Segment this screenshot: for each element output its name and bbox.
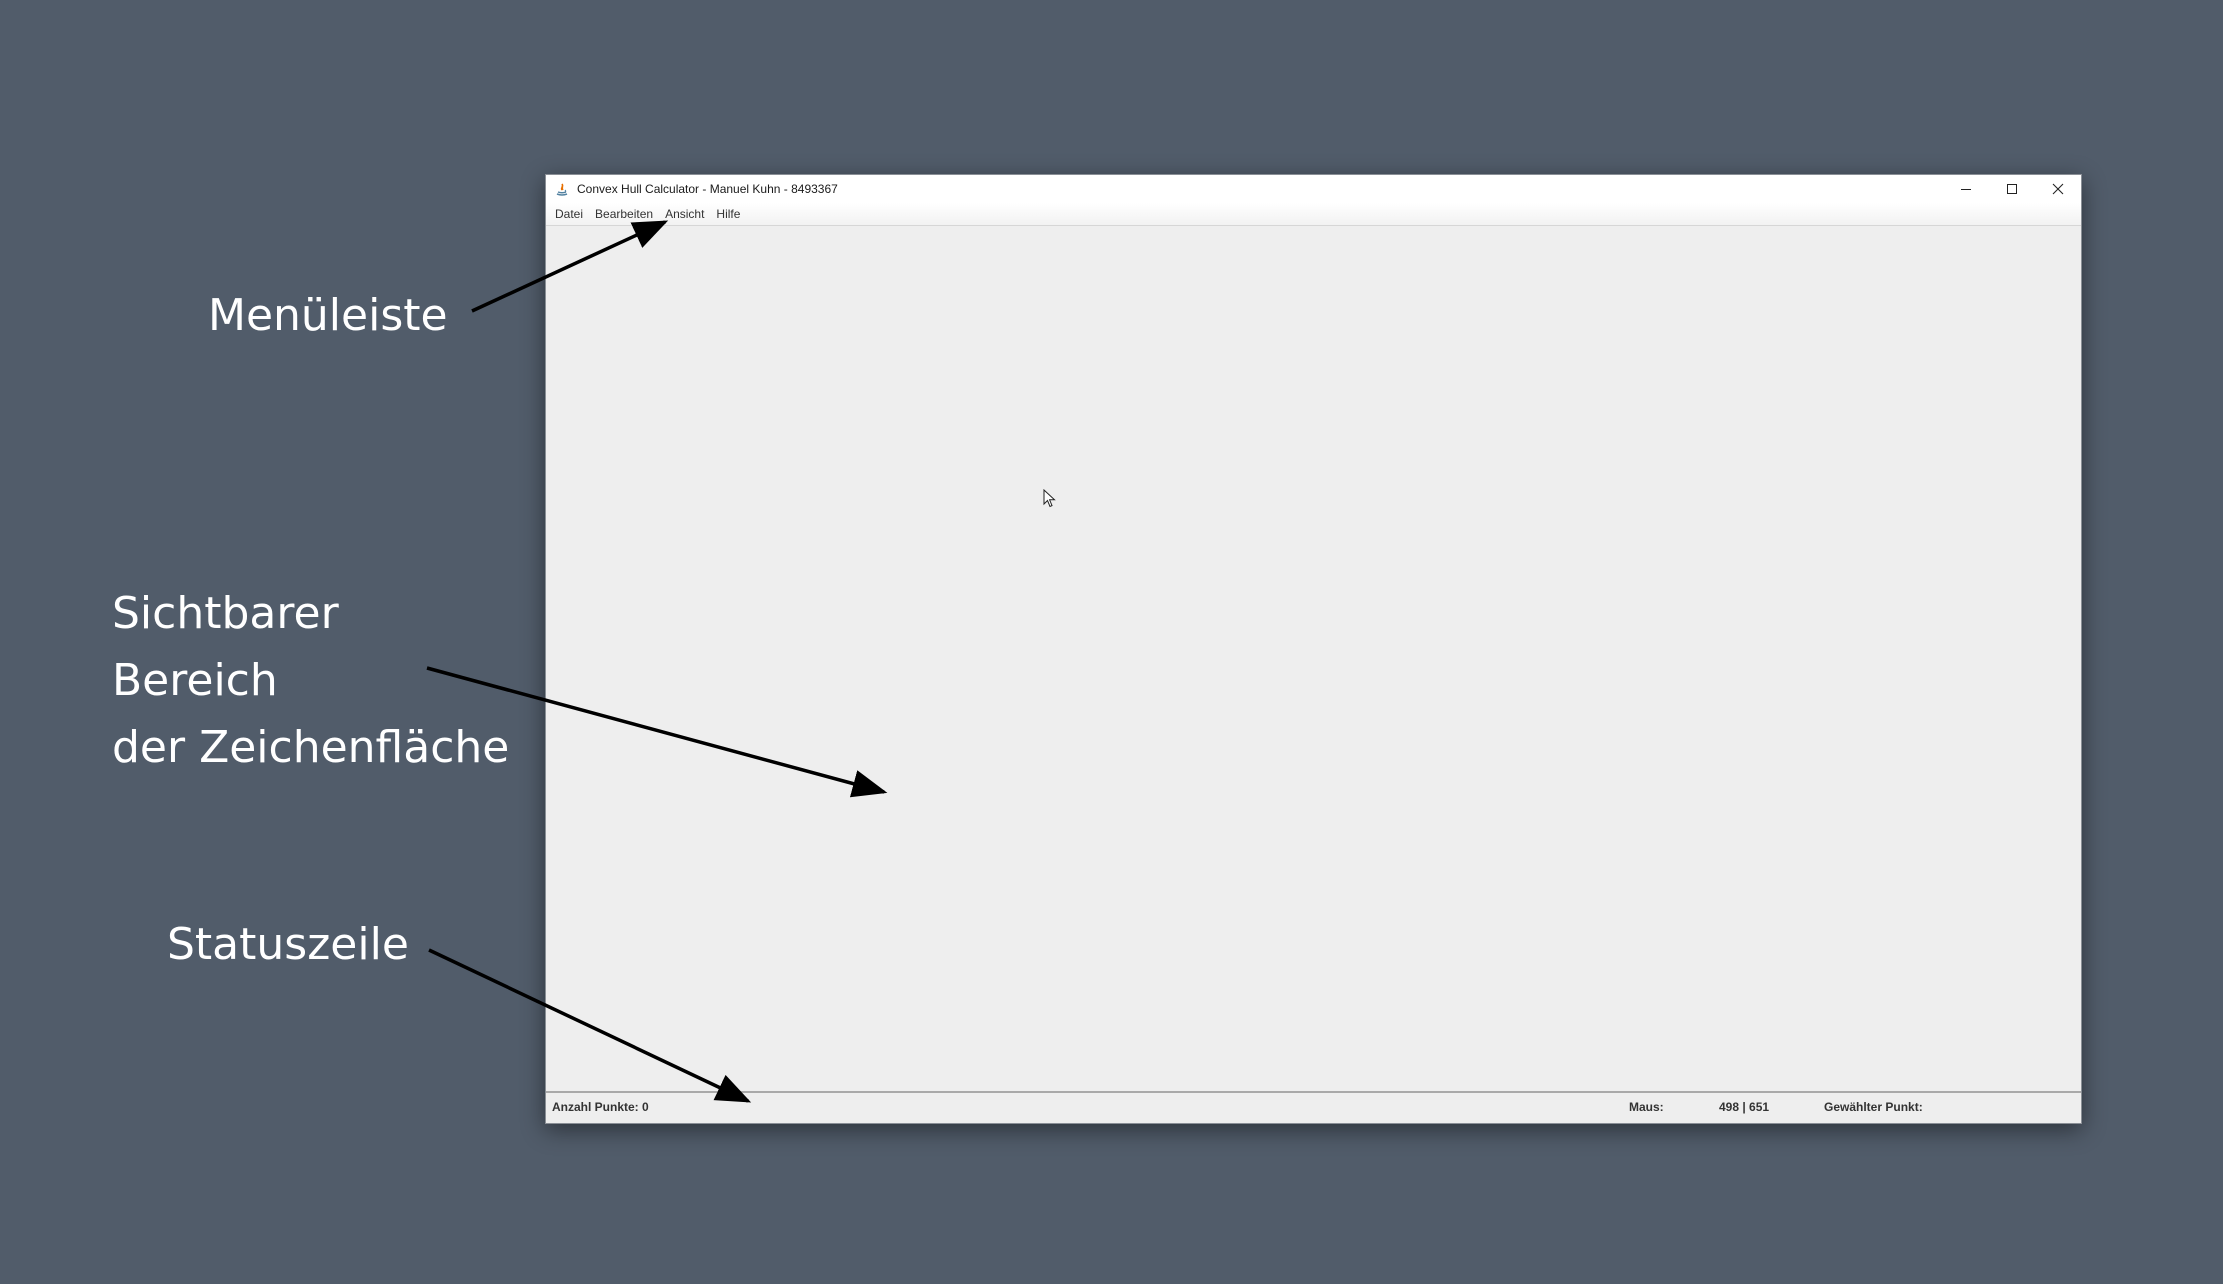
java-app-icon <box>553 180 571 198</box>
status-bar: Anzahl Punkte: 0 Maus: 498 | 651 Gewählt… <box>546 1091 2081 1123</box>
annotation-statusbar: Statuszeile <box>167 919 409 970</box>
drawing-canvas[interactable] <box>546 226 2081 1092</box>
window-title: Convex Hull Calculator - Manuel Kuhn - 8… <box>577 182 838 196</box>
annotation-canvas-line-1: Sichtbarer <box>112 588 339 639</box>
minimize-button[interactable] <box>1943 175 1989 203</box>
maximize-icon <box>2007 184 2017 194</box>
point-count-label: Anzahl Punkte: 0 <box>552 1100 649 1114</box>
slide-background: Convex Hull Calculator - Manuel Kuhn - 8… <box>0 0 2223 1284</box>
close-button[interactable] <box>2035 175 2081 203</box>
menu-ansicht[interactable]: Ansicht <box>659 203 710 225</box>
annotation-menubar: Menüleiste <box>208 290 448 341</box>
menu-datei[interactable]: Datei <box>549 203 589 225</box>
mouse-position-value: 498 | 651 <box>1719 1100 1770 1114</box>
title-bar[interactable]: Convex Hull Calculator - Manuel Kuhn - 8… <box>546 175 2081 203</box>
annotation-canvas-line-3: der Zeichenfläche <box>112 722 510 773</box>
menu-hilfe[interactable]: Hilfe <box>710 203 746 225</box>
selected-point-label: Gewählter Punkt: <box>1824 1100 1923 1114</box>
minimize-icon <box>1961 189 1971 190</box>
maximize-button[interactable] <box>1989 175 2035 203</box>
menu-bar: Datei Bearbeiten Ansicht Hilfe <box>546 203 2081 226</box>
mouse-label: Maus: <box>1629 1100 1664 1114</box>
menu-bearbeiten[interactable]: Bearbeiten <box>589 203 659 225</box>
annotation-canvas-line-2: Bereich <box>112 655 278 706</box>
window-controls <box>1943 175 2081 203</box>
app-window: Convex Hull Calculator - Manuel Kuhn - 8… <box>545 174 2082 1124</box>
close-icon <box>2052 183 2064 195</box>
mouse-cursor-icon <box>1043 489 1056 508</box>
